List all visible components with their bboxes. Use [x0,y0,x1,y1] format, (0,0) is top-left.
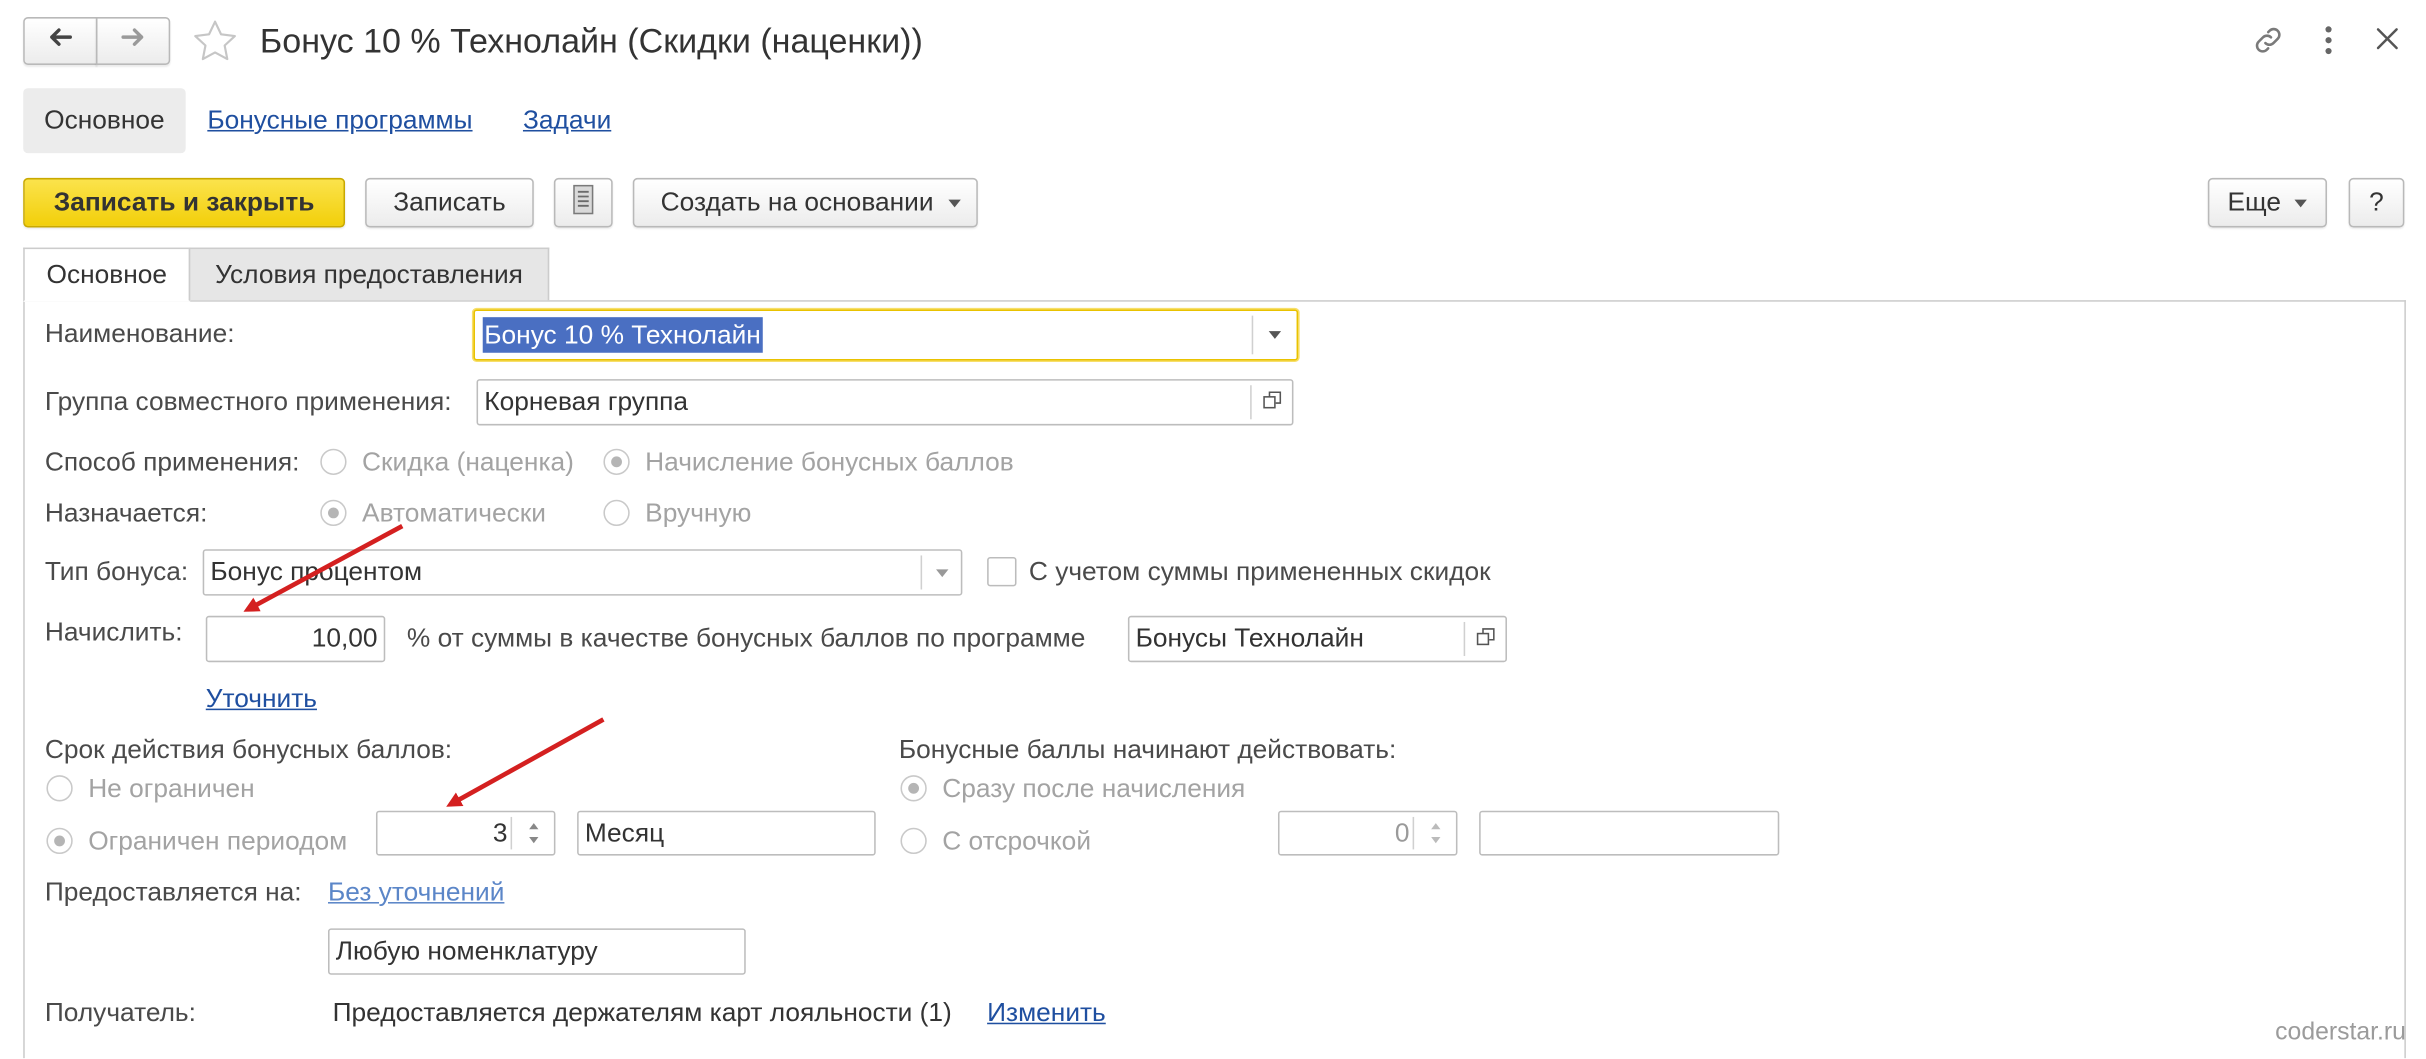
annotation-arrow [446,717,605,807]
form-window: Бонус 10 % Технолайн (Скидки (наценки)) … [0,0,2426,1059]
annotation-arrow [243,524,404,612]
annotation-arrows [243,524,605,807]
